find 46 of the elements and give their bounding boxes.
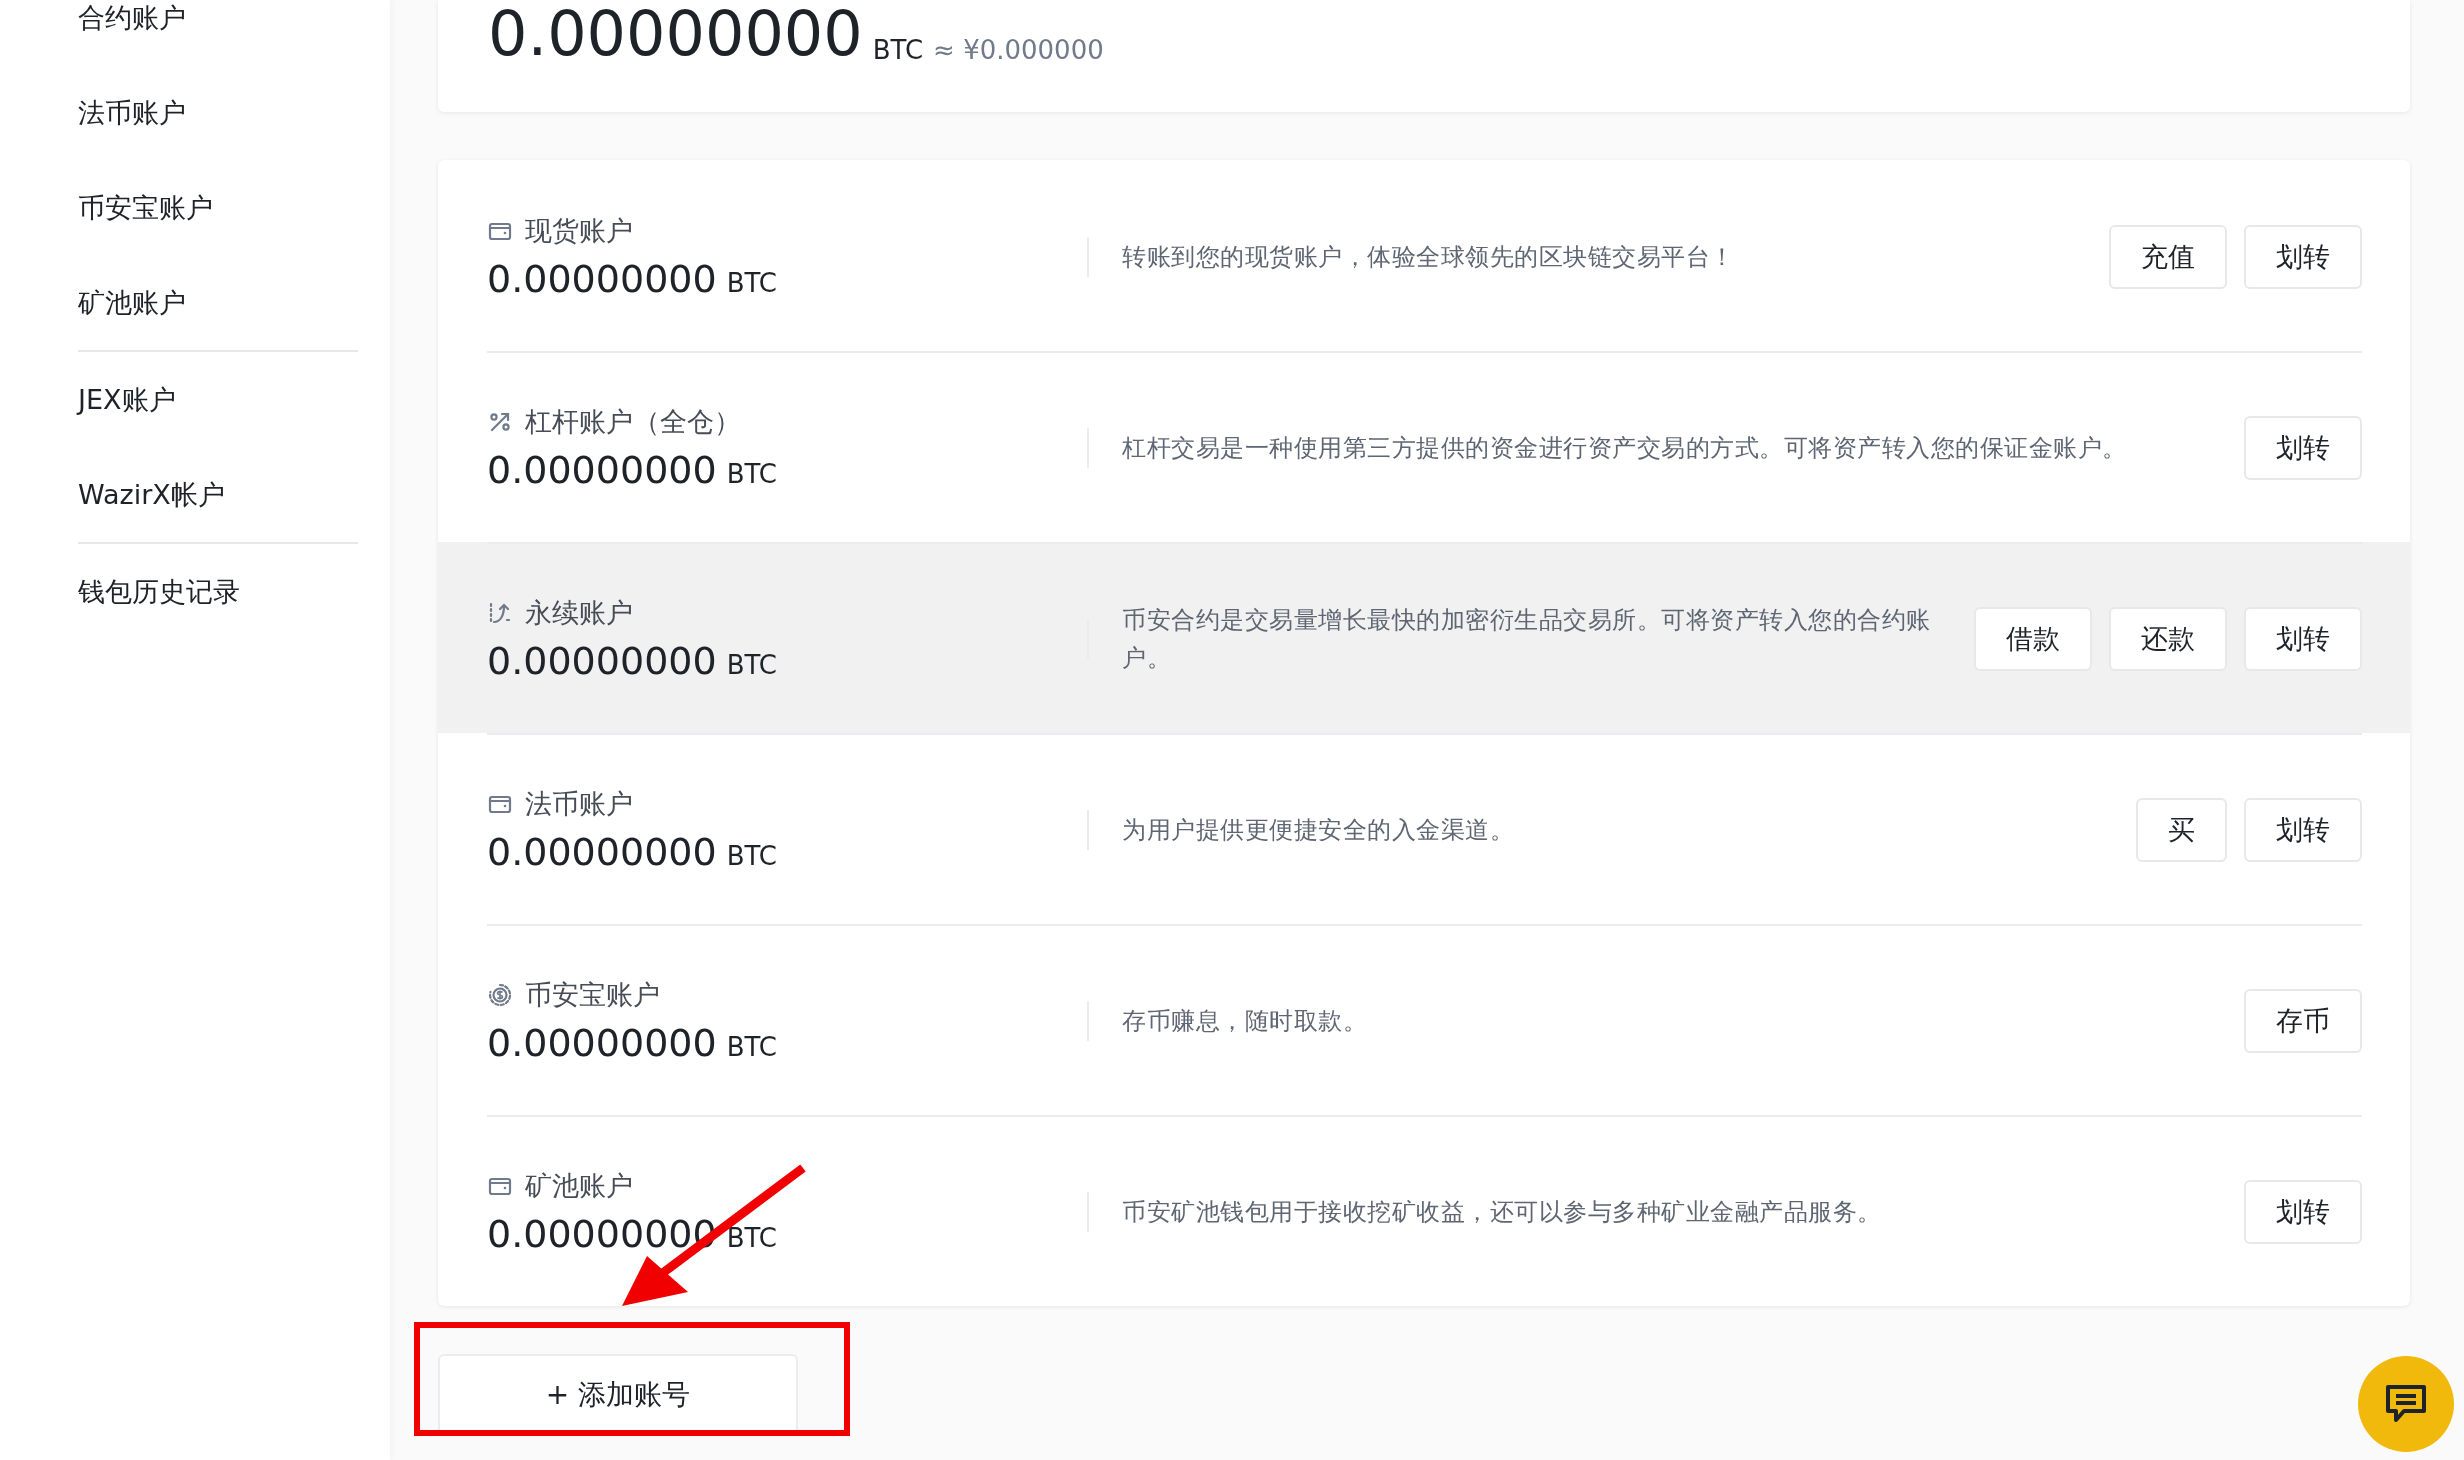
account-balance: 0.00000000 — [487, 447, 717, 492]
action-button[interactable]: 划转 — [2244, 797, 2362, 862]
chat-icon — [2384, 1383, 2428, 1425]
action-button[interactable]: 借款 — [1974, 606, 2092, 671]
account-name: 杠杆账户（全仓） — [525, 404, 741, 439]
dollar-coin-icon — [487, 981, 513, 1008]
fiat-estimate: ≈ ¥0.000000 — [933, 35, 1104, 65]
account-description: 转账到您的现货账户，体验全球领先的区块链交易平台！ — [1121, 241, 1736, 273]
sidebar-item[interactable]: 矿池账户 — [78, 255, 358, 350]
currency-unit: BTC — [726, 458, 778, 489]
total-balance: 0.00000000 — [488, 3, 863, 65]
currency-unit: BTC — [726, 1031, 778, 1062]
currency-unit: BTC — [726, 649, 778, 680]
account-balance: 0.00000000 — [487, 829, 717, 874]
currency-unit: BTC — [872, 35, 924, 65]
action-button[interactable]: 划转 — [2244, 606, 2362, 671]
action-button[interactable]: 划转 — [2244, 224, 2362, 289]
account-description: 币安矿池钱包用于接收挖矿收益，还可以参与多种矿业金融产品服务。 — [1121, 1196, 1883, 1228]
account-description: 币安合约是交易量增长最快的加密衍生品交易所。可将资产转入您的合约账户。 — [1121, 604, 1932, 674]
account-balance: 0.00000000 — [487, 256, 717, 301]
account-balance: 0.00000000 — [487, 638, 717, 683]
sidebar-item[interactable]: 钱包历史记录 — [78, 544, 358, 639]
sidebar-item[interactable]: 币安宝账户 — [78, 160, 358, 255]
currency-unit: BTC — [726, 267, 778, 298]
sidebar-item[interactable]: 合约账户 — [78, 0, 358, 65]
action-button[interactable]: 划转 — [2244, 1179, 2362, 1244]
account-description: 杠杆交易是一种使用第三方提供的资金进行资产交易的方式。可将资产转入您的保证金账户。 — [1121, 432, 2128, 464]
action-button[interactable]: 还款 — [2109, 606, 2227, 671]
action-button[interactable]: 划转 — [2244, 415, 2362, 480]
sidebar-item[interactable]: 法币账户 — [78, 65, 358, 160]
account-name: 矿池账户 — [525, 1168, 633, 1203]
account-name: 现货账户 — [525, 213, 633, 248]
account-name: 币安宝账户 — [525, 977, 660, 1012]
currency-unit: BTC — [726, 1222, 778, 1253]
account-balance: 0.00000000 — [487, 1211, 717, 1256]
account-balance: 0.00000000 — [487, 1020, 717, 1065]
action-button[interactable]: 充值 — [2109, 224, 2227, 289]
account-name: 法币账户 — [525, 786, 633, 821]
action-button[interactable]: 存币 — [2244, 988, 2362, 1053]
currency-unit: BTC — [726, 840, 778, 871]
account-description: 存币赚息，随时取款。 — [1121, 1005, 1368, 1037]
account-description: 为用户提供更便捷安全的入金渠道。 — [1121, 814, 1515, 846]
sidebar-item[interactable]: WazirX帐户 — [78, 447, 358, 542]
action-button[interactable]: 买 — [2136, 797, 2227, 862]
sidebar-item[interactable]: JEX账户 — [78, 352, 358, 447]
account-name: 永续账户 — [525, 595, 633, 630]
